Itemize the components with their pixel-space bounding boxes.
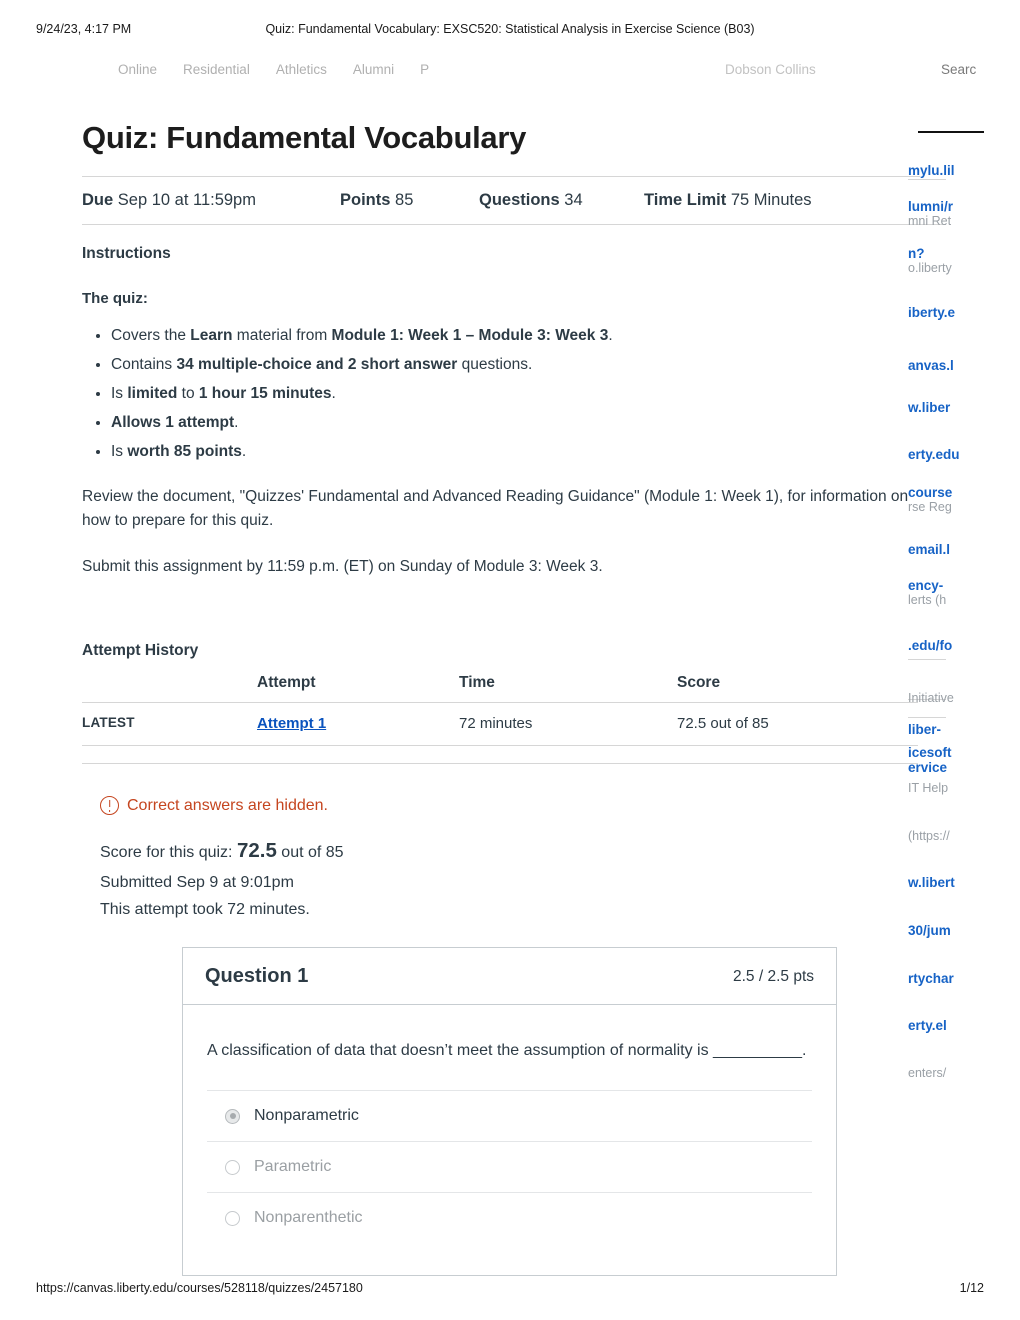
list-item: Allows 1 attempt. [111, 410, 920, 436]
quiz-results: Correct answers are hidden. Score for th… [82, 796, 920, 919]
cell-score: 72.5 out of 85 [677, 702, 918, 746]
list-item: Covers the Learn material from Module 1:… [111, 323, 920, 349]
nav-item-residential[interactable]: Residential [183, 62, 250, 77]
meta-questions: Questions 34 [479, 191, 583, 209]
submitted-line: Submitted Sep 9 at 9:01pm [100, 874, 294, 891]
score-line: Score for this quiz: 72.5 out of 85 [100, 839, 344, 862]
question-name: Question 1 [205, 965, 309, 987]
instructions-heading: Instructions [82, 245, 171, 262]
warning-icon [100, 796, 119, 815]
footer-url: https://canvas.liberty.edu/courses/52811… [36, 1281, 363, 1295]
nav-items: Online Residential Athletics Alumni P [118, 62, 429, 77]
instructions-paragraph-1: Review the document, "Quizzes' Fundament… [82, 488, 909, 529]
cell-attempt: Attempt 1 [257, 702, 459, 746]
print-page-title: Quiz: Fundamental Vocabulary: EXSC520: S… [265, 22, 755, 36]
print-header: 9/24/23, 4:17 PM Quiz: Fundamental Vocab… [0, 22, 1020, 40]
quiz-content: Quiz: Fundamental Vocabulary Due Sep 10 … [82, 118, 920, 1276]
meta-points: Points 85 [340, 191, 414, 209]
question-card: Question 1 2.5 / 2.5 pts A classificatio… [182, 947, 837, 1276]
radio-icon[interactable] [225, 1210, 240, 1226]
nav-item-alumni[interactable]: Alumni [353, 62, 394, 77]
meta-due: Due Sep 10 at 11:59pm [82, 191, 256, 209]
radio-selected-icon[interactable] [225, 1108, 240, 1124]
nav-item-parents[interactable]: P [420, 62, 429, 77]
answer-option-parametric[interactable]: Parametric [207, 1141, 812, 1192]
divider [918, 131, 984, 133]
divider [82, 763, 918, 764]
list-item: Is limited to 1 hour 15 minutes. [111, 381, 920, 407]
status-badge: 2.5 / 2.5 pts [733, 967, 814, 985]
attempt-link[interactable]: Attempt 1 [257, 715, 326, 732]
page-title: Quiz: Fundamental Vocabulary [82, 120, 527, 155]
score-value: 72.5 [236, 839, 277, 862]
nav-item-online[interactable]: Online [118, 62, 157, 77]
search-label[interactable]: Searc [941, 62, 976, 77]
column-score: Score [677, 674, 918, 703]
hidden-answers-text: Correct answers are hidden. [127, 796, 328, 814]
attempt-history-table: Attempt Time Score LATEST Attempt 1 72 m… [82, 674, 918, 746]
printed-quiz-page: 9/24/23, 4:17 PM Quiz: Fundamental Vocab… [0, 0, 1020, 1320]
question-body: A classification of data that doesn’t me… [183, 1005, 836, 1275]
instructions-paragraph-2: Submit this assignment by 11:59 p.m. (ET… [82, 558, 603, 575]
list-item: Is worth 85 points. [111, 439, 920, 465]
footer-page-number: 1/12 [959, 1281, 984, 1295]
overflow-link-column: mylu.lil lumni/r mni Ret n? o.liberty iberty.… [908, 0, 1020, 1320]
question-header: Question 1 2.5 / 2.5 pts [183, 948, 836, 1005]
attempt-duration-line: This attempt took 72 minutes. [100, 901, 310, 918]
column-attempt: Attempt [257, 674, 459, 703]
column-kept [82, 674, 257, 703]
answer-label: Parametric [254, 1158, 332, 1175]
attempt-history-heading: Attempt History [82, 642, 199, 659]
list-item: Contains 34 multiple-choice and 2 short … [111, 352, 920, 378]
table-row: LATEST Attempt 1 72 minutes 72.5 out of … [82, 702, 918, 746]
column-time: Time [459, 674, 677, 703]
cell-time: 72 minutes [459, 702, 677, 746]
radio-icon[interactable] [225, 1159, 240, 1175]
quiz-facts-list: Covers the Learn material from Module 1:… [82, 323, 920, 465]
hidden-answers-notice: Correct answers are hidden. [100, 796, 920, 815]
answer-list: Nonparametric Parametric Nonparenthetic [183, 1090, 836, 1275]
answer-label: Nonparenthetic [254, 1209, 363, 1226]
question-text: A classification of data that doesn’t me… [207, 1042, 807, 1059]
table-header-row: Attempt Time Score [82, 674, 918, 703]
nav-item-athletics[interactable]: Athletics [276, 62, 327, 77]
answer-option-nonparametric[interactable]: Nonparametric [207, 1090, 812, 1141]
top-navigation: Online Residential Athletics Alumni P Do… [0, 62, 1020, 84]
answer-label: Nonparametric [254, 1107, 359, 1124]
the-quiz-label: The quiz: [82, 290, 148, 307]
quiz-meta-bar: Due Sep 10 at 11:59pm Points 85 Question… [82, 176, 920, 225]
cell-kept: LATEST [82, 702, 257, 746]
answer-option-nonparenthetic[interactable]: Nonparenthetic [207, 1192, 812, 1243]
meta-time-limit: Time Limit 75 Minutes [644, 191, 812, 209]
user-name[interactable]: Dobson Collins [725, 62, 816, 77]
